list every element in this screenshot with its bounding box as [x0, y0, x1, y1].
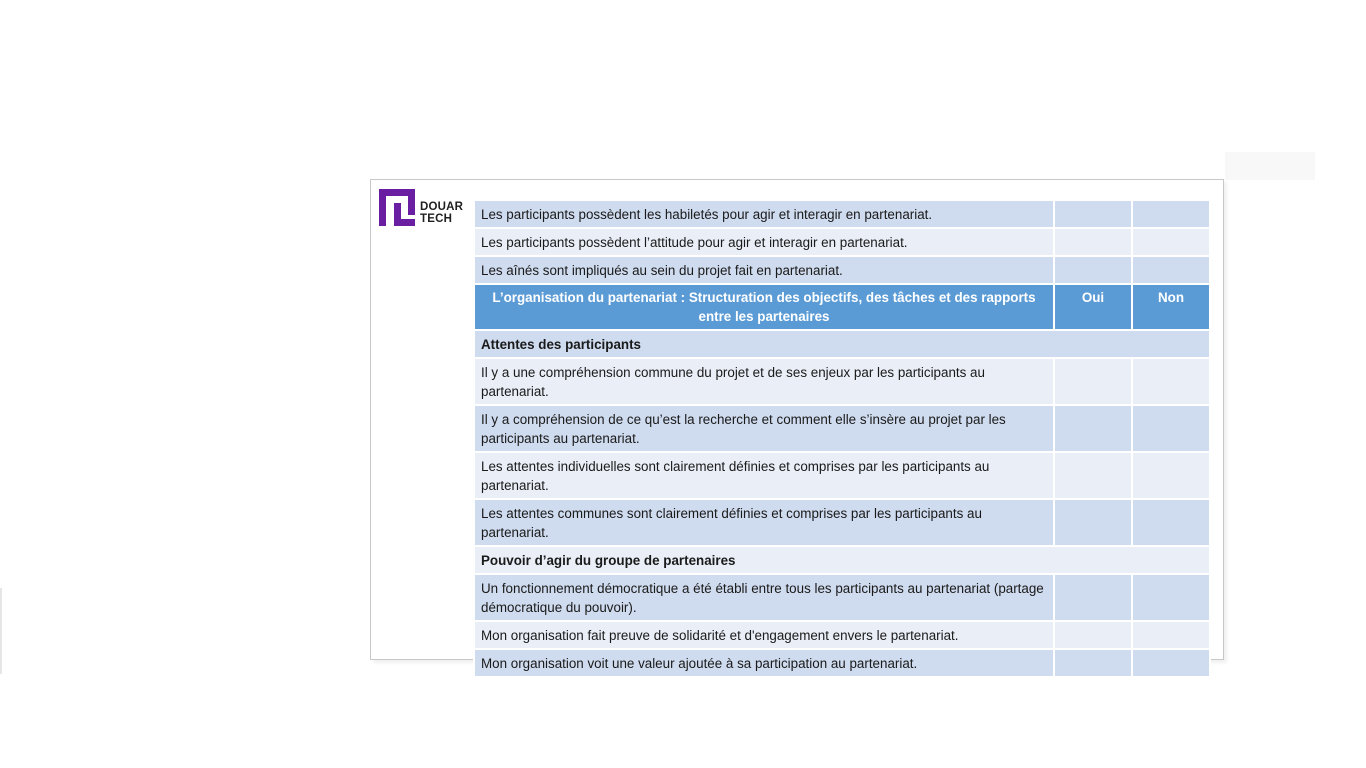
row-statement: Les attentes individuelles sont claireme… [473, 451, 1055, 500]
partnership-checklist-table: Les participants possèdent les habiletés… [473, 199, 1211, 678]
non-cell[interactable] [1131, 620, 1211, 650]
oui-cell[interactable] [1053, 357, 1133, 406]
background-bar [1225, 152, 1315, 180]
section-title-pouvoir: Pouvoir d’agir du groupe de partenaires [473, 545, 1211, 575]
non-cell[interactable] [1131, 255, 1211, 285]
table-row: Les attentes individuelles sont claireme… [473, 451, 1211, 500]
header-non: Non [1131, 283, 1211, 331]
header-title: L’organisation du partenariat : Structur… [473, 283, 1055, 331]
row-statement: Mon organisation fait preuve de solidari… [473, 620, 1055, 650]
oui-cell[interactable] [1053, 404, 1133, 453]
table-row: Mon organisation voit une valeur ajoutée… [473, 648, 1211, 678]
table-row: Les aînés sont impliqués au sein du proj… [473, 255, 1211, 285]
logo-mark-icon [379, 189, 415, 226]
non-cell[interactable] [1131, 498, 1211, 547]
table-row: Mon organisation fait preuve de solidari… [473, 620, 1211, 650]
table-row: Un fonctionnement démocratique a été éta… [473, 573, 1211, 622]
row-statement: Un fonctionnement démocratique a été éta… [473, 573, 1055, 622]
douar-tech-logo: DOUAR TECH [379, 189, 465, 229]
oui-cell[interactable] [1053, 199, 1133, 229]
oui-cell[interactable] [1053, 255, 1133, 285]
section-heading-row: Attentes des participants [473, 329, 1211, 359]
row-statement: Les attentes communes sont clairement dé… [473, 498, 1055, 547]
oui-cell[interactable] [1053, 498, 1133, 547]
left-edge-strip [0, 588, 2, 674]
logo-line-2: TECH [420, 213, 453, 225]
row-statement: Les aînés sont impliqués au sein du proj… [473, 255, 1055, 285]
table-row: Les attentes communes sont clairement dé… [473, 498, 1211, 547]
row-statement: Les participants possèdent l’attitude po… [473, 227, 1055, 257]
oui-cell[interactable] [1053, 648, 1133, 678]
row-statement: Les participants possèdent les habiletés… [473, 199, 1055, 229]
non-cell[interactable] [1131, 404, 1211, 453]
oui-cell[interactable] [1053, 451, 1133, 500]
non-cell[interactable] [1131, 451, 1211, 500]
table-row: Les participants possèdent les habiletés… [473, 199, 1211, 229]
header-oui: Oui [1053, 283, 1133, 331]
non-cell[interactable] [1131, 573, 1211, 622]
oui-cell[interactable] [1053, 227, 1133, 257]
row-statement: Il y a compréhension de ce qu’est la rec… [473, 404, 1055, 453]
logo-wordmark: DOUAR TECH [420, 201, 463, 225]
table-row: Il y a une compréhension commune du proj… [473, 357, 1211, 406]
section-heading-row: Pouvoir d’agir du groupe de partenaires [473, 545, 1211, 575]
oui-cell[interactable] [1053, 620, 1133, 650]
document-page: DOUAR TECH Les participants possèdent le… [370, 179, 1224, 678]
non-cell[interactable] [1131, 357, 1211, 406]
table-row: Il y a compréhension de ce qu’est la rec… [473, 404, 1211, 453]
non-cell[interactable] [1131, 199, 1211, 229]
logo-line-1: DOUAR [420, 201, 464, 213]
non-cell[interactable] [1131, 227, 1211, 257]
table-row: Les participants possèdent l’attitude po… [473, 227, 1211, 257]
table-header-row: L’organisation du partenariat : Structur… [473, 283, 1211, 331]
row-statement: Il y a une compréhension commune du proj… [473, 357, 1055, 406]
non-cell[interactable] [1131, 648, 1211, 678]
oui-cell[interactable] [1053, 573, 1133, 622]
row-statement: Mon organisation voit une valeur ajoutée… [473, 648, 1055, 678]
section-title-attentes: Attentes des participants [473, 329, 1211, 359]
